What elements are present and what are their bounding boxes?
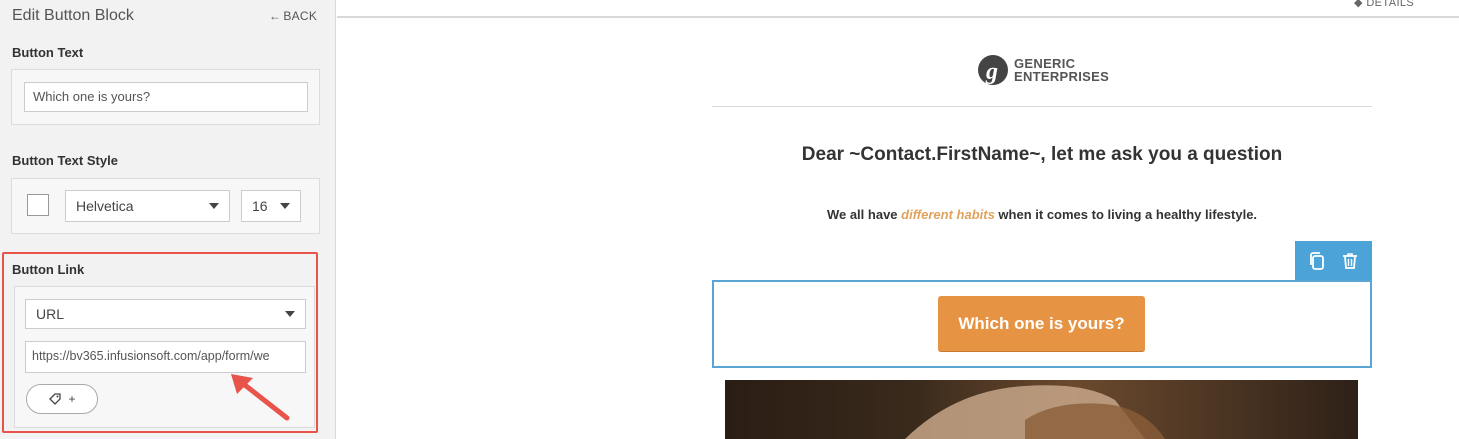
edit-button-panel: Edit Button Block ← BACK Button Text Whic…: [0, 0, 336, 439]
font-family-value: Helvetica: [76, 198, 134, 214]
header-divider: [712, 106, 1372, 107]
chevron-down-icon: [280, 203, 290, 209]
add-tag-button[interactable]: +: [26, 384, 98, 414]
email-heading: Dear ~Contact.FirstName~, let me ask you…: [801, 144, 1283, 165]
copy-icon[interactable]: [1307, 251, 1327, 271]
email-photo: [725, 380, 1358, 439]
chevron-down-icon: [285, 311, 295, 317]
details-label: DETAILS: [1366, 0, 1415, 9]
panel-title: Edit Button Block: [12, 7, 134, 24]
arrow-left-icon: ←: [269, 9, 282, 23]
paragraph-text-after: when it comes to living a healthy lifest…: [994, 207, 1258, 222]
font-size-select[interactable]: 16: [241, 190, 301, 222]
trash-icon[interactable]: [1340, 251, 1360, 271]
button-text-input[interactable]: Which one is yours?: [24, 82, 308, 112]
button-text-label: Button Text: [12, 45, 84, 60]
hands-photo: [905, 385, 1165, 439]
font-family-select[interactable]: Helvetica: [65, 190, 230, 222]
block-toolbar: [1295, 241, 1372, 281]
button-link-label: Button Link: [12, 262, 85, 277]
editor-top-bar: ◆ DETAILS: [337, 0, 1459, 18]
back-button[interactable]: ← BACK: [269, 9, 317, 23]
paragraph-emphasis: different habits: [901, 207, 995, 222]
logo-text: GENERIC ENTERPRISES: [1014, 57, 1109, 83]
chevron-down-icon: [209, 203, 219, 209]
link-url-input[interactable]: https://bv365.infusionsoft.com/app/form/…: [25, 341, 306, 373]
cta-button[interactable]: Which one is yours?: [938, 296, 1145, 352]
back-label: BACK: [283, 9, 318, 23]
tag-icon: [49, 393, 62, 405]
text-color-swatch[interactable]: [27, 194, 49, 216]
svg-text:g: g: [985, 59, 998, 85]
font-size-value: 16: [252, 198, 268, 214]
paragraph-text-before: We all have: [826, 207, 902, 222]
annotation-arrow-icon: [231, 374, 290, 421]
email-paragraph: We all have different habits when it com…: [712, 207, 1372, 222]
button-text-style-label: Button Text Style: [12, 153, 118, 168]
logo-line-2: ENTERPRISES: [1014, 69, 1110, 84]
add-tag-label: +: [68, 392, 76, 406]
details-toggle[interactable]: ◆ DETAILS: [1354, 0, 1414, 9]
company-logo: g GENERIC ENTERPRISES: [976, 53, 1109, 87]
text-style-card: Helvetica 16: [11, 178, 320, 234]
button-text-card: Which one is yours?: [11, 69, 320, 125]
link-type-value: URL: [36, 306, 65, 322]
link-type-select[interactable]: URL: [25, 299, 306, 329]
logo-g-icon: g: [978, 55, 1008, 85]
